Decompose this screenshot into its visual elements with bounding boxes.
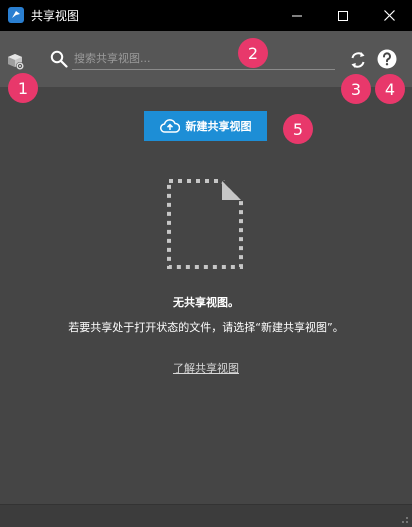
callout-badge-1: 1 (8, 73, 38, 103)
help-icon[interactable] (377, 49, 397, 69)
close-button[interactable] (366, 0, 412, 31)
search-icon (50, 50, 68, 68)
empty-state-title: 无共享视图。 (173, 296, 239, 309)
maximize-button[interactable] (320, 0, 366, 31)
callout-badge-5: 5 (283, 114, 313, 144)
new-shared-view-label: 新建共享视图 (185, 120, 252, 133)
callout-badge-4: 4 (375, 74, 405, 104)
maximize-icon (338, 10, 348, 21)
minimize-button[interactable] (274, 0, 320, 31)
search-input[interactable] (72, 48, 335, 70)
minimize-icon (292, 15, 302, 16)
resize-grip-icon[interactable] (399, 514, 409, 524)
refresh-icon[interactable] (348, 50, 368, 70)
callout-badge-2: 2 (238, 38, 268, 68)
shared-views-window: 共享视图 搜索共享视图... 1 2 3 4 5 新建共享视图 无共享视图。 若… (0, 0, 412, 527)
learn-shared-views-link[interactable]: 了解共享视图 (0, 360, 412, 376)
window-title: 共享视图 (31, 9, 80, 23)
status-bar (0, 504, 412, 527)
empty-state-description: 若要共享处于打开状态的文件，请选择“新建共享视图”。 (68, 321, 344, 334)
empty-document-icon (166, 178, 244, 270)
callout-badge-3: 3 (341, 74, 371, 104)
cloud-upload-icon (159, 119, 180, 133)
new-shared-view-button[interactable]: 新建共享视图 (144, 111, 267, 141)
settings-cube-icon[interactable] (7, 53, 25, 71)
title-bar: 共享视图 (0, 0, 412, 31)
close-icon (383, 10, 395, 21)
app-logo-icon (8, 7, 24, 23)
